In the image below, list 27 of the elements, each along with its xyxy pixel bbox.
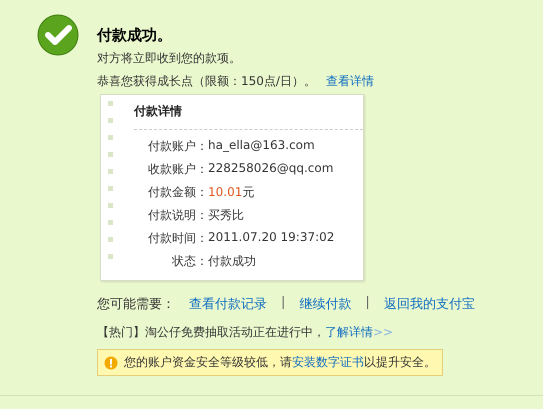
field-label: 付款说明： (148, 208, 208, 222)
field-value: ha_ella@163.com (208, 138, 315, 152)
install-certificate-link[interactable]: 安装数字证书 (292, 355, 364, 369)
action-link[interactable]: 继续付款 (299, 295, 352, 313)
action-link[interactable]: 返回我的支付宝 (384, 295, 475, 313)
promo-text: 【热门】淘公仔免费抽取活动正在进行中， (97, 325, 325, 339)
amount-value: 10.01元 (208, 185, 254, 199)
learn-more-link[interactable]: 了解详情>> (325, 325, 394, 339)
field-label: 收款账户： (148, 162, 208, 176)
bonus-text: 恭喜您获得成长点（限额：150点/日）。 (97, 73, 316, 90)
field-label: 付款账户： (148, 139, 208, 153)
field-value: 买秀比 (208, 208, 244, 222)
separator: | (365, 295, 370, 312)
warning-text: 您的账户资金安全等级较低，请安装数字证书以提升安全。 (124, 354, 436, 371)
separator: | (281, 295, 286, 312)
result-title: 付款成功。 (97, 26, 172, 44)
field-label: 付款金额： (148, 185, 208, 199)
suggestion-label: 您可能需要： (97, 296, 175, 313)
field-value: 2011.07.20 19:37:02 (208, 230, 334, 244)
card-title: 付款详情 (134, 104, 182, 118)
result-message: 对方将立即收到您的款项。 (97, 51, 241, 65)
field-label: 付款时间： (148, 231, 208, 245)
details-link[interactable]: 查看详情 (326, 73, 374, 90)
field-label: 状态： (172, 254, 208, 268)
action-link[interactable]: 查看付款记录 (189, 295, 267, 313)
field-value: 付款成功 (208, 254, 256, 268)
field-value: 228258026@qq.com (208, 161, 334, 175)
